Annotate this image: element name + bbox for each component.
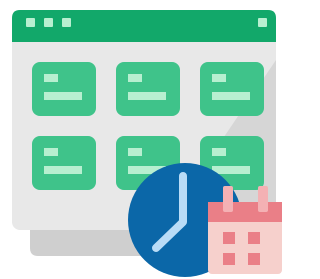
event-card xyxy=(32,62,96,116)
window-dot-icon xyxy=(258,18,267,27)
event-card-body xyxy=(32,136,96,190)
event-card xyxy=(200,62,264,116)
event-card-line xyxy=(44,166,82,174)
event-card-line xyxy=(128,74,142,82)
window-dot-icon xyxy=(44,18,53,27)
window-dot-icon xyxy=(26,18,35,27)
event-card-line xyxy=(212,74,226,82)
calendar-clock-illustration xyxy=(0,0,285,279)
event-card-line xyxy=(212,166,250,174)
event-card-line xyxy=(212,148,226,156)
calendar-cell xyxy=(248,253,260,265)
calendar-cell xyxy=(248,232,260,244)
event-card xyxy=(116,62,180,116)
calendar-cell xyxy=(223,232,235,244)
illustration-svg xyxy=(12,10,282,277)
event-card xyxy=(32,136,96,190)
event-card-line xyxy=(44,148,58,156)
calendar-cell xyxy=(223,253,235,265)
event-card-body xyxy=(32,62,96,116)
event-card-line xyxy=(44,92,82,100)
window-dot-icon xyxy=(62,18,71,27)
event-card-body xyxy=(200,62,264,116)
calendar-ring xyxy=(258,186,268,212)
event-card-line xyxy=(212,92,250,100)
event-card-line xyxy=(128,148,142,156)
event-card-line xyxy=(128,92,166,100)
event-card-line xyxy=(44,74,58,82)
calendar-ring xyxy=(223,186,233,212)
event-card-body xyxy=(116,62,180,116)
